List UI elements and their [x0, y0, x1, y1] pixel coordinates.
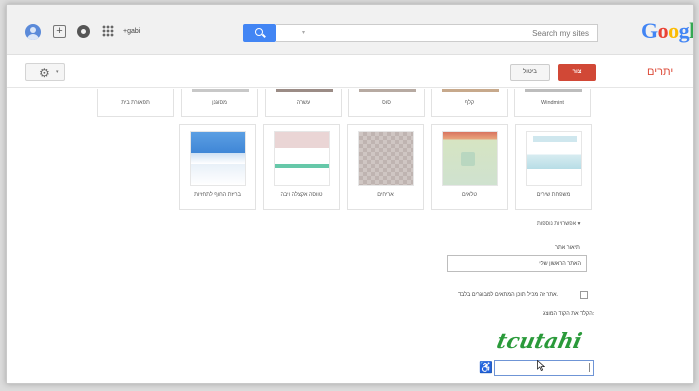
captcha-text: tcutahi [495, 329, 584, 354]
apps-grid-icon[interactable] [102, 25, 114, 37]
notifications-icon[interactable] [77, 25, 90, 38]
template-label: Windmint [541, 100, 564, 106]
description-label: תיאור אתר [555, 245, 580, 251]
template-label: אריחים [377, 192, 394, 198]
template-thumbnail [442, 131, 498, 186]
google-logo[interactable]: Googl [641, 18, 693, 44]
template-tile[interactable]: טווסה אקצלה ויבה [263, 124, 340, 210]
logo-letter: o [668, 18, 679, 43]
page-title: יתרים [647, 66, 674, 78]
template-thumbnail [358, 131, 414, 186]
template-label: תפאורת בית [121, 100, 150, 106]
template-thumbnail [526, 131, 582, 186]
template-label: טווסה אקצלה ויבה [280, 192, 323, 198]
template-label: משפחת שירים [536, 192, 571, 198]
template-thumbnail [525, 89, 582, 92]
logo-letter: G [641, 18, 658, 43]
sites-toolbar: ⚙ ▾ ביטול צור יתרים [7, 56, 693, 88]
template-label: קלף [464, 100, 475, 106]
template-thumbnail [274, 131, 330, 186]
browser-window: + +gabi ▾ Googl ⚙ ▾ ביטול צור יתרים Wind… [6, 4, 694, 384]
template-tile[interactable]: בריזת החוף לתחזיות [179, 124, 256, 210]
template-tile[interactable]: סוס [348, 89, 425, 117]
search-input[interactable] [276, 24, 598, 42]
more-options-link[interactable]: אפשרויות נוספות ▾ [537, 221, 580, 227]
template-label: סוס [382, 100, 391, 106]
template-tile[interactable]: עשרה [265, 89, 342, 117]
template-label: מסוגנן [212, 100, 227, 106]
accessibility-icon[interactable]: ♿ [479, 361, 493, 374]
template-tile[interactable]: Windmint [514, 89, 591, 117]
gear-icon: ⚙ [39, 66, 50, 80]
template-thumbnail [190, 131, 246, 186]
template-thumbnail [442, 89, 499, 92]
cancel-button[interactable]: ביטול [510, 64, 550, 81]
template-tile[interactable]: משפחת שירים [515, 124, 592, 210]
logo-letter: o [657, 18, 669, 43]
template-tile[interactable]: קלף [431, 89, 508, 117]
chevron-down-icon: ▾ [56, 69, 59, 75]
description-input[interactable] [447, 255, 587, 272]
captcha-image: tcutahi [495, 329, 584, 354]
template-tile[interactable]: טלאים [431, 124, 508, 210]
adult-content-checkbox[interactable] [580, 291, 588, 299]
settings-button[interactable]: ⚙ ▾ [25, 63, 65, 81]
template-tile[interactable]: אריחים [347, 124, 424, 210]
template-label: עשרה [296, 100, 311, 106]
mouse-pointer-icon [537, 360, 545, 371]
template-label: בריזת החוף לתחזיות [194, 192, 241, 198]
template-thumbnail [276, 89, 333, 92]
logo-letter: g [678, 18, 690, 43]
plus-icon[interactable]: + [53, 25, 66, 38]
user-name[interactable]: +gabi [123, 28, 140, 35]
google-top-bar: + +gabi ▾ Googl [7, 5, 693, 55]
template-tile[interactable]: תפאורת בית [97, 89, 174, 117]
search-dropdown-caret[interactable]: ▾ [302, 29, 305, 36]
adult-content-label: אתר זה מכיל תוכן המתאים למבוגרים בלבד. [458, 292, 559, 298]
template-thumbnail [359, 89, 416, 92]
template-label: טלאים [461, 192, 477, 198]
text-cursor [589, 363, 590, 372]
avatar-icon[interactable] [25, 24, 41, 40]
create-button[interactable]: צור [558, 64, 596, 81]
captcha-label: הקלד את הקוד המוצג: [543, 311, 595, 317]
search-button[interactable] [243, 24, 276, 42]
template-thumbnail [192, 89, 249, 92]
template-tile[interactable]: מסוגנן [181, 89, 258, 117]
logo-letter: l [689, 18, 693, 43]
